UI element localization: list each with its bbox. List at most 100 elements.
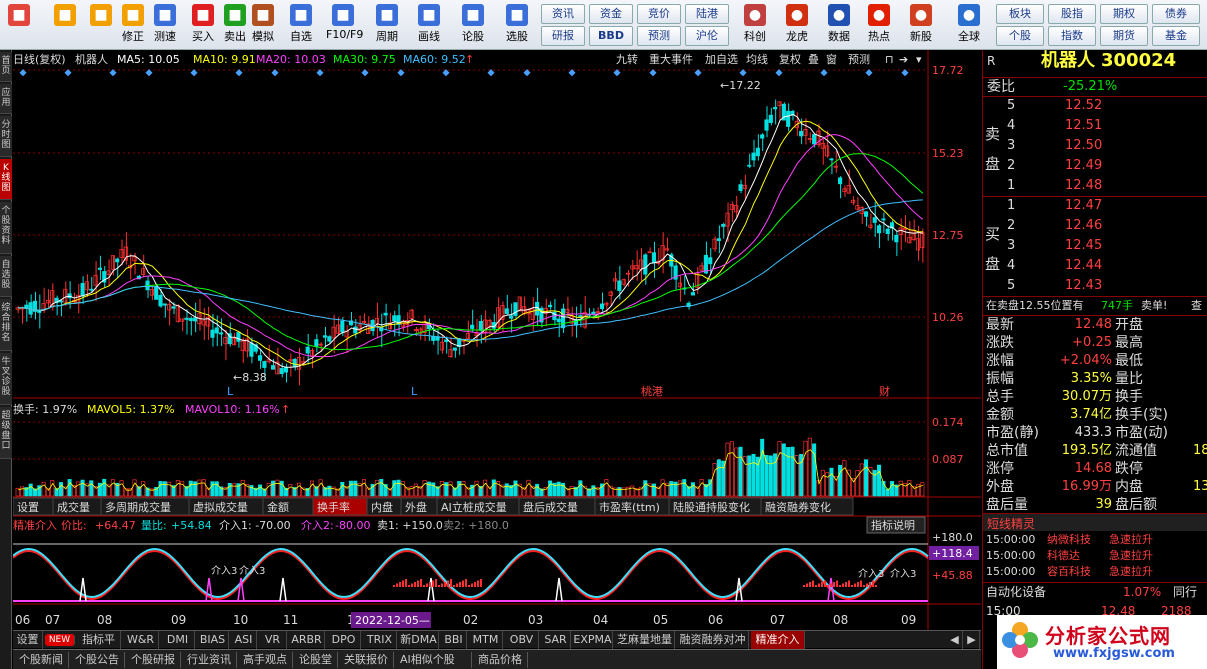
indicator-tab-13[interactable]: MTM [469,631,503,649]
indicator-tab-0[interactable]: 设置 [13,631,43,649]
subtab-label[interactable]: 陆股通持股变化 [673,500,750,514]
info-tab-1[interactable]: 个股公告 [71,652,125,668]
info-tab-2[interactable]: 个股研报 [127,652,181,668]
subtab-label[interactable]: 市盈率(ttm) [599,500,660,514]
quick-tag[interactable]: 资讯 [541,4,585,24]
toolbar2-button-4[interactable]: ● 新股 [904,2,938,48]
quick-tag[interactable]: 沪伦 [685,26,729,46]
left-tab-8[interactable]: 超级盘口 [0,407,12,459]
toolbar-button-12[interactable]: ■ 论股 [456,2,490,48]
subtab-label[interactable]: 盘后成交量 [523,500,578,514]
indicator-tab-2[interactable]: 指标平台 [77,631,121,664]
indicator-tab-19[interactable]: 精准介入 [751,631,805,649]
left-tab-4[interactable]: 个股资料 [0,202,12,254]
indicator-tab-7[interactable]: VR [259,631,287,649]
lock-icon[interactable]: ⊓ [885,53,894,66]
indicator-tab-10[interactable]: TRIX [363,631,397,649]
quick-tag[interactable]: 陆港 [685,4,729,24]
quick-tag[interactable]: 预测 [637,26,681,46]
dropdown-icon[interactable]: ▾ [916,53,922,66]
quick-tag[interactable]: 资金 [589,4,633,24]
chart-marker[interactable]: 桃港 [641,384,663,398]
quick-tag[interactable]: 竞价 [637,4,681,24]
toolbar-button-2[interactable]: ■ [84,2,118,48]
subtab-label[interactable]: 融资融券变化 [765,500,831,514]
indicator-tab-16[interactable]: EXPMA [573,631,613,649]
toolbar-button-13[interactable]: ■ 选股 [500,2,534,48]
toolbar-button-11[interactable]: ■ 画线 [412,2,446,48]
indicator-tab-4[interactable]: DMI [161,631,195,649]
left-tab-5[interactable]: 自选股 [0,256,12,297]
chart-tool-0[interactable]: 九转 [616,52,638,66]
quick-tag[interactable]: BBD [589,26,633,46]
chart-tool-6[interactable]: 窗 [826,52,837,66]
indicator-tab-3[interactable]: W&R [123,631,159,649]
chart-tool-5[interactable]: 叠 [808,53,819,66]
info-tab-8[interactable]: 商品价格 [474,652,528,668]
indicator-tab-14[interactable]: OBV [505,631,539,649]
short-alert-row[interactable]: 15:00:00 容百科技 急速拉升 [983,564,1207,580]
chart-tool-3[interactable]: 均线 [746,52,768,66]
market-tag[interactable]: 期权 [1100,4,1148,24]
chart-tool-7[interactable]: 预测 [848,53,870,66]
indicator-tab-6[interactable]: ASI [231,631,257,649]
market-tag[interactable]: 基金 [1152,26,1200,46]
toolbar-button-8[interactable]: ■ 自选 [284,2,318,48]
indicator-tab-9[interactable]: DPO [327,631,361,649]
market-tag[interactable]: 板块 [996,4,1044,24]
subtab-label[interactable]: 多周期成交量 [105,500,171,514]
subtab-label[interactable]: 成交量 [57,500,90,514]
short-alert-row[interactable]: 15:00:00 纳微科技 急速拉升 [983,532,1207,548]
toolbar-button-3[interactable]: ■ 修正 [116,2,150,48]
chart-marker[interactable]: L [411,385,418,398]
info-tab-6[interactable]: 关联报价 [340,652,394,668]
chart-tool-1[interactable]: 重大事件 [649,52,693,66]
indicator-tab-5[interactable]: BIAS [197,631,229,649]
chart-marker[interactable]: 财 [879,384,890,398]
left-tab-7[interactable]: 牛叉诊股 [0,353,12,405]
market-tag[interactable]: 指数 [1048,26,1096,46]
toolbar-button-1[interactable]: ■ [48,2,82,48]
toolbar-button-9[interactable]: ■ F10/F9 [326,2,363,48]
left-tab-6[interactable]: 综合排名 [0,299,12,351]
toolbar-button-0[interactable]: ■ [2,2,36,48]
toolbar2-button-1[interactable]: ● 龙虎 [780,2,814,48]
toolbar2-button-5[interactable]: ● 全球 [952,2,986,48]
chart-area[interactable]: 17.72 15.23 12.75 10.26 日线(复权) 机器人 MA5: 10.05 M… [12,50,981,630]
scroll-left-icon[interactable]: ◀ [947,631,963,649]
indicator-tab-15[interactable]: SAR [541,631,571,649]
info-tab-3[interactable]: 行业资讯 [183,652,237,668]
chart-tool-2[interactable]: 加自选 [705,53,738,66]
info-tab-4[interactable]: 高手观点 [239,652,293,668]
market-tag[interactable]: 个股 [996,26,1044,46]
left-tab-2[interactable]: 分时图 [0,116,12,157]
scroll-right-icon[interactable]: ▶ [964,631,980,649]
market-tag[interactable]: 股指 [1048,4,1096,24]
dropdown-arrow-icon[interactable]: ➔ [899,53,908,66]
indicator-tab-18[interactable]: 融资融券对冲 [677,631,749,649]
subtab-label[interactable]: AI立桩成交量 [441,500,507,514]
left-tab-3[interactable]: K线图 [0,159,12,200]
indicator-tab-12[interactable]: BBI [441,631,467,649]
info-tab-7[interactable]: AI相似个股 [396,652,472,668]
subtab-label[interactable]: 虚拟成交量 [193,500,248,514]
toolbar-button-4[interactable]: ■ 测速 [148,2,182,48]
subtab-label[interactable]: 金额 [267,500,289,514]
subtab-label[interactable]: 外盘 [405,500,427,514]
subtab-label[interactable]: 换手率 [317,500,350,514]
toolbar-button-5[interactable]: ■ 买入 [186,2,220,48]
indicator-tab-1[interactable]: NEW [45,634,75,646]
left-tab-1[interactable]: 应用 [0,84,12,114]
kline-chart-svg[interactable]: 17.72 15.23 12.75 10.26 日线(复权) 机器人 MA5: 10.05 M… [12,50,981,630]
subtab-label[interactable]: 内盘 [371,500,393,514]
quick-tag[interactable]: 研报 [541,26,585,46]
toolbar2-button-0[interactable]: ● 科创 [738,2,772,48]
chart-marker[interactable]: L [227,385,234,398]
info-tab-5[interactable]: 论股堂 [295,652,338,668]
toolbar-button-10[interactable]: ■ 周期 [370,2,404,48]
indicator-tab-17[interactable]: 芝麻量地量 [615,631,675,649]
market-tag[interactable]: 期货 [1100,26,1148,46]
short-alert-row[interactable]: 15:00:00 科德达 急速拉升 [983,548,1207,564]
indicator-tab-8[interactable]: ARBR [289,631,325,649]
toolbar2-button-3[interactable]: ● 热点 [862,2,896,48]
